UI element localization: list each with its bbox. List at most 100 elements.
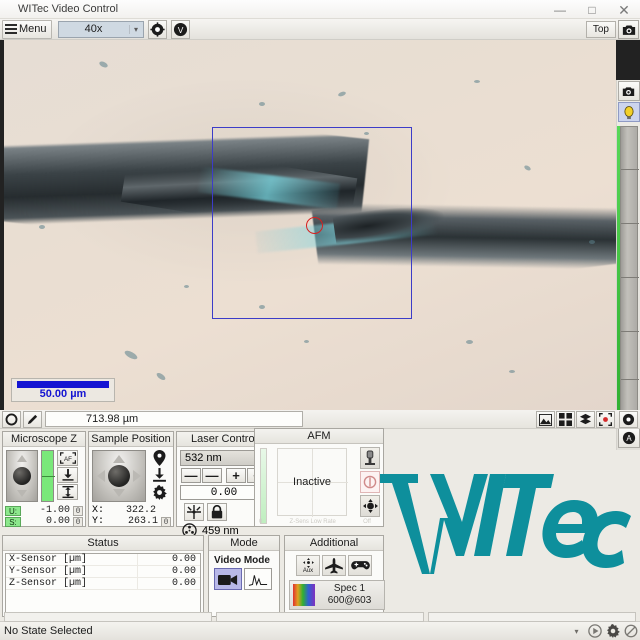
tip-approach-button[interactable] (360, 447, 380, 469)
laser-power-plus-fine[interactable]: + (226, 468, 246, 483)
status-row-value: 0.00 (171, 578, 196, 589)
lock-icon (211, 505, 223, 519)
scale-bar: 50.00 µm (11, 378, 115, 402)
gear-button[interactable] (605, 624, 620, 639)
sample-position-title: Sample Position (89, 432, 173, 447)
airplane-button[interactable] (322, 555, 346, 576)
status-table: X-Sensor [µm] 0.00 Y-Sensor [µm] 0.00 Z-… (5, 553, 201, 619)
range-arrows-icon (61, 486, 74, 498)
spectrum-preset-card[interactable]: Spec 1 600@603 (289, 580, 385, 610)
layers-icon (579, 413, 592, 425)
crosshair-target-icon (149, 21, 165, 37)
spectrum-mode-button[interactable] (244, 568, 272, 590)
focus-target-button[interactable] (596, 411, 615, 428)
crosshair-target-button[interactable] (147, 19, 167, 39)
microscope-z-joystick[interactable] (6, 450, 38, 502)
gamepad-icon (350, 561, 370, 570)
v-badge-button[interactable]: V (170, 19, 190, 39)
menu-button[interactable]: Menu (2, 19, 52, 39)
play-icon (587, 624, 602, 638)
microscope-z-row-value[interactable]: -1.00 (21, 505, 73, 516)
move-down-button[interactable] (57, 467, 78, 483)
sample-position-zero-button[interactable]: 0 (161, 516, 171, 527)
debris-speck (123, 349, 139, 361)
laser-spot-marker[interactable] (306, 217, 323, 234)
status-row-value: 0.00 (171, 554, 196, 565)
camera-icon (622, 25, 635, 35)
feedback-circle-button[interactable] (360, 471, 380, 493)
video-mode-button[interactable] (214, 568, 242, 590)
mode-label: Video Mode (214, 555, 270, 566)
laser-burst-button[interactable] (184, 503, 204, 521)
afm-faint-left: 0 (259, 519, 263, 525)
lock-button[interactable] (207, 503, 227, 521)
gamepad-button[interactable] (348, 555, 372, 576)
microscope-z-row-tag: S: (5, 516, 21, 527)
table-row: X-Sensor [µm] 0.00 (6, 554, 200, 566)
main-toolbar: Menu 40x ▾ V Top (0, 19, 640, 40)
table-row: Y-Sensor [µm] 0.00 (6, 566, 200, 578)
microscope-z-title: Microscope Z (3, 432, 85, 447)
status-slot (216, 612, 424, 622)
chevron-down-icon[interactable]: ▾ (569, 624, 584, 639)
illumination-slider[interactable] (620, 126, 639, 426)
title-bar: WITec Video Control — □ ✕ (0, 0, 640, 19)
spectrum-color-swatch-icon (293, 584, 315, 606)
view-toolbar-right (535, 411, 638, 428)
microscope-z-row-value[interactable]: 0.00 (21, 516, 73, 527)
objective-select[interactable]: 40x ▾ (57, 20, 144, 38)
spectrum-preset-name: Spec 1 (333, 583, 366, 594)
snapshot-button[interactable] (618, 20, 639, 39)
microscope-z-row-unit[interactable]: 0 (73, 516, 83, 527)
status-row-value: 0.00 (171, 566, 196, 577)
settings-button[interactable] (619, 411, 638, 428)
move-stage-icon (362, 499, 378, 513)
distance-readout[interactable]: 713.98 µm (45, 411, 303, 427)
top-view-button[interactable]: Top (585, 21, 616, 38)
debris-speck (39, 225, 45, 229)
debris-speck (337, 90, 347, 98)
move-down-button[interactable] (149, 467, 170, 483)
grid-view-button[interactable] (556, 411, 575, 428)
afm-title: AFM (255, 429, 383, 444)
illumination-button[interactable] (617, 102, 640, 122)
autofocus-button[interactable]: AF (57, 450, 78, 466)
circle-outline-icon (5, 413, 18, 425)
layers-view-button[interactable] (576, 411, 595, 428)
microscope-z-row-unit[interactable]: 0 (73, 505, 83, 516)
status-row-name: X-Sensor [µm] (6, 554, 138, 565)
marker-button[interactable] (149, 450, 170, 466)
svg-text:V: V (177, 24, 183, 34)
objective-value: 40x (84, 23, 103, 35)
video-camera-button[interactable] (617, 81, 640, 101)
afm-feedback-graph[interactable]: Inactive (277, 448, 348, 517)
minimize-button[interactable]: — (544, 0, 576, 19)
play-button[interactable] (587, 624, 602, 639)
sample-position-joystick[interactable] (92, 450, 146, 502)
aux-button[interactable]: Aux (296, 555, 320, 576)
no-entry-button[interactable] (623, 624, 638, 639)
maximize-button[interactable]: □ (576, 0, 608, 19)
afm-signal-bar (260, 448, 267, 524)
status-slot-row (4, 612, 636, 622)
laser-power-minus-coarse[interactable]: — (181, 468, 201, 483)
debris-speck (98, 60, 109, 69)
settings-button[interactable] (149, 484, 170, 500)
laser-power-minus-fine[interactable]: — (202, 468, 222, 483)
live-video-image[interactable]: 50.00 µm (4, 40, 616, 410)
circle-tool-button[interactable] (2, 410, 21, 428)
map-marker-icon (153, 450, 166, 466)
z-level-bar[interactable] (41, 450, 55, 502)
scale-bar-line (17, 380, 109, 388)
pencil-tool-button[interactable] (23, 410, 42, 428)
move-stage-button[interactable] (360, 495, 380, 517)
measure-toolbar: 713.98 µm (0, 410, 640, 429)
sample-position-x-label: X: (92, 505, 105, 516)
close-button[interactable]: ✕ (608, 0, 640, 19)
microscope-z-panel: Microscope Z AF U: -1.00 0 S: 0.00 0 (2, 431, 86, 527)
z-range-button[interactable] (57, 484, 78, 500)
status-panel: Status X-Sensor [µm] 0.00 Y-Sensor [µm] … (2, 535, 204, 619)
image-view-button[interactable] (536, 411, 555, 428)
video-area: 50.00 µm A (0, 40, 640, 450)
aux-label: Aux (302, 567, 314, 574)
